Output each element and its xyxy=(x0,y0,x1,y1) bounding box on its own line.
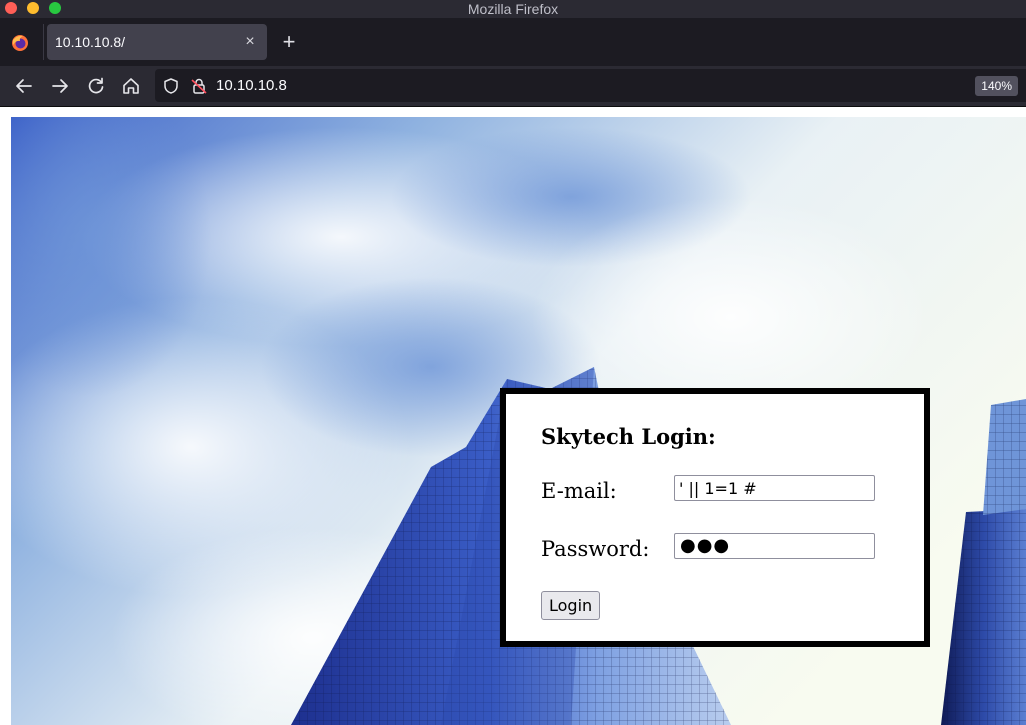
email-label: E-mail: xyxy=(541,479,617,503)
back-arrow-icon[interactable] xyxy=(13,75,35,97)
insecure-lock-icon[interactable] xyxy=(190,77,208,95)
login-form: Skytech Login: E-mail: Password: ●●● Log… xyxy=(500,388,930,647)
password-mask: ●●● xyxy=(680,535,731,556)
window-titlebar: Mozilla Firefox xyxy=(0,0,1026,18)
page-content: Skytech Login: E-mail: Password: ●●● Log… xyxy=(0,107,1026,725)
reload-icon[interactable] xyxy=(85,75,107,97)
url-bar[interactable]: 10.10.10.8 140% xyxy=(155,69,1026,102)
password-label: Password: xyxy=(541,537,650,561)
login-title: Skytech Login: xyxy=(541,424,716,449)
navigation-toolbar: 10.10.10.8 140% xyxy=(0,66,1026,107)
tab-separator xyxy=(43,24,44,60)
login-button[interactable]: Login xyxy=(541,591,601,620)
forward-arrow-icon[interactable] xyxy=(49,75,71,97)
window-title: Mozilla Firefox xyxy=(467,1,559,17)
shield-icon[interactable] xyxy=(162,77,180,95)
url-text[interactable]: 10.10.10.8 xyxy=(216,77,287,94)
tab-title: 10.10.10.8/ xyxy=(55,34,126,50)
password-field[interactable]: ●●● xyxy=(674,533,875,559)
close-tab-icon[interactable]: × xyxy=(241,33,259,51)
tab-strip: 10.10.10.8/ × + xyxy=(0,18,1026,66)
browser-tab[interactable]: 10.10.10.8/ × xyxy=(47,24,267,60)
email-field[interactable] xyxy=(674,475,875,501)
zoom-level-badge[interactable]: 140% xyxy=(975,76,1018,96)
new-tab-button[interactable]: + xyxy=(279,31,299,53)
home-icon[interactable] xyxy=(120,75,142,97)
firefox-menu-icon[interactable] xyxy=(11,34,29,52)
